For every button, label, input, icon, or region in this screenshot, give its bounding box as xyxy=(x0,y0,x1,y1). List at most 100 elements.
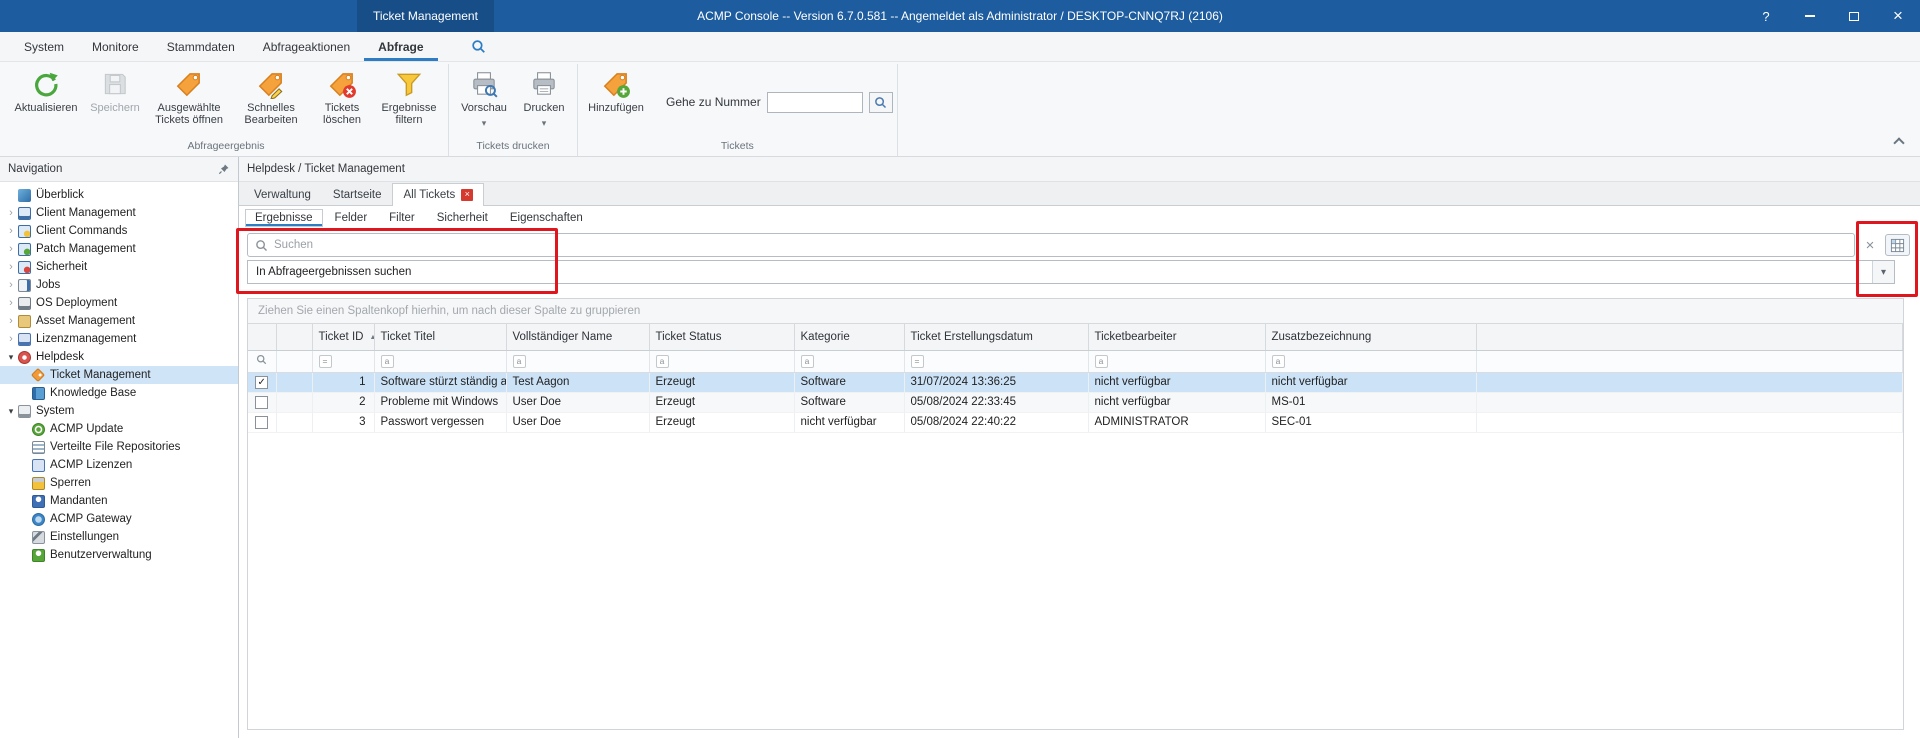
column-header-kategorie[interactable]: Kategorie xyxy=(794,324,904,350)
column-header-vollstaendiger-name[interactable]: Vollständiger Name xyxy=(506,324,649,350)
table-row[interactable]: 2 Probleme mit Windows User Doe Erzeugt … xyxy=(248,392,1903,412)
filter-equals-icon[interactable] xyxy=(319,355,332,368)
filter-results-button[interactable]: Ergebnisse filtern xyxy=(374,64,444,129)
chevron-right-icon[interactable] xyxy=(4,279,18,291)
sidebar-item-benutzerverwaltung[interactable]: Benutzerverwaltung xyxy=(0,546,238,564)
menu-stammdaten[interactable]: Stammdaten xyxy=(153,32,249,61)
sidebar-item-knowledge-base[interactable]: Knowledge Base xyxy=(0,384,238,402)
row-checkbox[interactable] xyxy=(255,416,268,429)
tab-all-tickets[interactable]: All Tickets xyxy=(392,183,484,206)
sidebar-item-acmp-update[interactable]: ACMP Update xyxy=(0,420,238,438)
sidebar-item-file-repositories[interactable]: Verteilte File Repositories xyxy=(0,438,238,456)
filter-cell-bearbeiter[interactable] xyxy=(1088,350,1265,372)
subtab-felder[interactable]: Felder xyxy=(325,209,378,227)
sidebar-item-system[interactable]: System xyxy=(0,402,238,420)
quick-edit-button[interactable]: Schnelles Bearbeiten xyxy=(232,64,310,129)
filter-text-icon[interactable] xyxy=(801,355,814,368)
sidebar-item-mandanten[interactable]: Mandanten xyxy=(0,492,238,510)
help-button[interactable] xyxy=(1744,0,1788,32)
menu-monitore[interactable]: Monitore xyxy=(78,32,153,61)
sidebar-item-sicherheit[interactable]: Sicherheit xyxy=(0,258,238,276)
filter-cell-ticket-titel[interactable] xyxy=(374,350,506,372)
clear-search-icon[interactable] xyxy=(1860,235,1880,255)
search-input[interactable] xyxy=(274,239,1847,251)
save-button[interactable]: Speichern xyxy=(84,64,146,116)
filter-text-icon[interactable] xyxy=(656,355,669,368)
minimize-button[interactable] xyxy=(1788,0,1832,32)
print-preview-button[interactable]: Vorschau xyxy=(453,64,515,132)
filter-cell-ticket-id[interactable] xyxy=(312,350,374,372)
menu-abfrageaktionen[interactable]: Abfrageaktionen xyxy=(249,32,364,61)
goto-search-button[interactable] xyxy=(869,92,893,113)
subtab-filter[interactable]: Filter xyxy=(379,209,425,227)
table-row[interactable]: 1 Software stürzt ständig ab Test Aagon … xyxy=(248,372,1903,392)
menu-search-button[interactable] xyxy=(464,32,494,61)
close-tab-icon[interactable] xyxy=(461,189,473,201)
tab-startseite[interactable]: Startseite xyxy=(322,183,393,205)
table-row[interactable]: 3 Passwort vergessen User Doe Erzeugt ni… xyxy=(248,412,1903,432)
chevron-down-icon[interactable] xyxy=(1872,261,1894,283)
delete-tickets-button[interactable]: Tickets löschen xyxy=(310,64,374,129)
filter-equals-icon[interactable] xyxy=(911,355,924,368)
chevron-down-icon[interactable] xyxy=(4,406,18,417)
pin-icon[interactable] xyxy=(218,163,230,175)
refresh-button[interactable]: Aktualisieren xyxy=(8,64,84,116)
sidebar-item-client-commands[interactable]: Client Commands xyxy=(0,222,238,240)
dropdown-caret-icon[interactable] xyxy=(482,117,487,129)
column-header-zusatzbezeichnung[interactable]: Zusatzbezeichnung xyxy=(1265,324,1476,350)
chevron-right-icon[interactable] xyxy=(4,297,18,309)
column-header-ticketbearbeiter[interactable]: Ticketbearbeiter xyxy=(1088,324,1265,350)
collapse-ribbon-button[interactable] xyxy=(1892,134,1906,148)
column-header-ticket-status[interactable]: Ticket Status xyxy=(649,324,794,350)
column-header-erstellungsdatum[interactable]: Ticket Erstellungsdatum xyxy=(904,324,1088,350)
row-checkbox[interactable] xyxy=(255,376,268,389)
column-header-ticket-id[interactable]: Ticket ID xyxy=(312,324,374,350)
filter-text-icon[interactable] xyxy=(1095,355,1108,368)
filter-text-icon[interactable] xyxy=(513,355,526,368)
sidebar-item-acmp-lizenzen[interactable]: ACMP Lizenzen xyxy=(0,456,238,474)
filter-search-cell[interactable] xyxy=(248,350,276,372)
subtab-sicherheit[interactable]: Sicherheit xyxy=(427,209,498,227)
chevron-right-icon[interactable] xyxy=(4,243,18,255)
filter-cell-kategorie[interactable] xyxy=(794,350,904,372)
open-selected-tickets-button[interactable]: Ausgewählte Tickets öffnen xyxy=(146,64,232,129)
chevron-right-icon[interactable] xyxy=(4,261,18,273)
sidebar-item-acmp-gateway[interactable]: ACMP Gateway xyxy=(0,510,238,528)
chevron-right-icon[interactable] xyxy=(4,207,18,219)
sidebar-item-ticket-management[interactable]: Ticket Management xyxy=(0,366,238,384)
column-header-ticket-titel[interactable]: Ticket Titel xyxy=(374,324,506,350)
sidebar-item-os-deployment[interactable]: OS Deployment xyxy=(0,294,238,312)
sidebar-item-einstellungen[interactable]: Einstellungen xyxy=(0,528,238,546)
chevron-right-icon[interactable] xyxy=(4,315,18,327)
sidebar-item-patch-management[interactable]: Patch Management xyxy=(0,240,238,258)
add-ticket-button[interactable]: Hinzufügen xyxy=(582,64,650,116)
search-options-button[interactable] xyxy=(1885,234,1910,256)
filter-cell-zusatz[interactable] xyxy=(1265,350,1476,372)
row-checkbox[interactable] xyxy=(255,396,268,409)
menu-abfrage[interactable]: Abfrage xyxy=(364,32,437,61)
tab-verwaltung[interactable]: Verwaltung xyxy=(243,183,322,205)
sidebar-item-helpdesk[interactable]: Helpdesk xyxy=(0,348,238,366)
sidebar-item-asset-management[interactable]: Asset Management xyxy=(0,312,238,330)
select-column-header[interactable] xyxy=(248,324,276,350)
subtab-eigenschaften[interactable]: Eigenschaften xyxy=(500,209,593,227)
filter-cell-status[interactable] xyxy=(649,350,794,372)
group-by-panel[interactable]: Ziehen Sie einen Spaltenkopf hierhin, um… xyxy=(248,299,1903,324)
goto-number-input[interactable] xyxy=(767,92,863,113)
maximize-button[interactable] xyxy=(1832,0,1876,32)
close-button[interactable] xyxy=(1876,0,1920,32)
filter-text-icon[interactable] xyxy=(1272,355,1285,368)
filter-text-icon[interactable] xyxy=(381,355,394,368)
print-button[interactable]: Drucken xyxy=(515,64,573,132)
sidebar-item-jobs[interactable]: Jobs xyxy=(0,276,238,294)
dropdown-caret-icon[interactable] xyxy=(542,117,547,129)
chevron-down-icon[interactable] xyxy=(4,352,18,363)
sidebar-item-client-management[interactable]: Client Management xyxy=(0,204,238,222)
subtab-ergebnisse[interactable]: Ergebnisse xyxy=(245,209,323,227)
menu-system[interactable]: System xyxy=(10,32,78,61)
chevron-right-icon[interactable] xyxy=(4,225,18,237)
titlebar-app-tab[interactable]: Ticket Management xyxy=(357,0,494,32)
sidebar-item-lizenzmanagement[interactable]: Lizenzmanagement xyxy=(0,330,238,348)
filter-cell-name[interactable] xyxy=(506,350,649,372)
sidebar-item-sperren[interactable]: Sperren xyxy=(0,474,238,492)
